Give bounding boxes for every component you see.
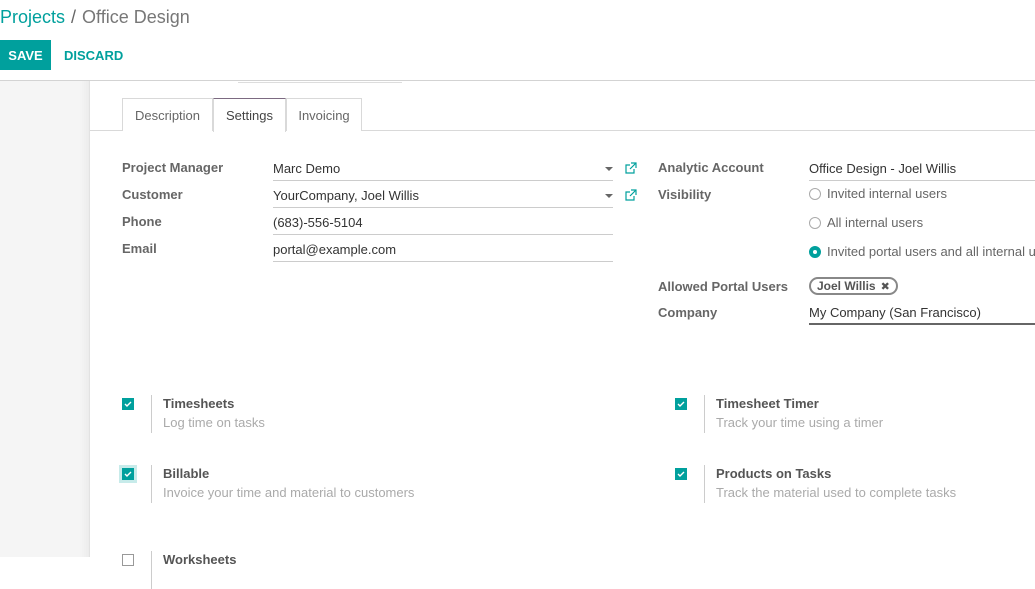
control-panel: Projects / Office Design SAVE DISCARD [0, 0, 1035, 81]
check-icon [677, 471, 685, 477]
analytic-account-label: Analytic Account [658, 160, 764, 175]
setting-title: Worksheets [163, 552, 237, 567]
check-icon [124, 471, 132, 477]
discard-button[interactable]: DISCARD [64, 40, 123, 70]
setting-title: Timesheet Timer [716, 396, 819, 411]
setting-title: Billable [163, 466, 210, 481]
setting-description: Track the material used to complete task… [716, 485, 957, 500]
products-on-tasks-checkbox[interactable] [675, 468, 687, 480]
tag-label: Joel Willis [817, 279, 876, 293]
project-manager-label: Project Manager [122, 160, 224, 175]
setting-title: Products on Tasks [716, 466, 832, 481]
divider [151, 465, 152, 503]
phone-label: Phone [122, 214, 162, 229]
phone-field[interactable]: (683)-556-5104 [273, 213, 613, 235]
external-link-icon[interactable] [624, 189, 637, 202]
timesheets-checkbox[interactable] [122, 398, 134, 410]
notebook-tabs: Description Settings Invoicing [90, 98, 1035, 132]
left-gutter [0, 81, 89, 557]
company-label: Company [658, 305, 718, 320]
remove-tag-icon[interactable]: ✖ [881, 280, 890, 293]
visibility-option-all-internal[interactable]: All internal users [809, 215, 923, 230]
breadcrumb: Projects / Office Design [0, 7, 190, 28]
radio-selected-icon [809, 245, 821, 258]
email-label: Email [122, 241, 157, 256]
check-icon [677, 401, 685, 407]
project-manager-field[interactable]: Marc Demo [273, 159, 613, 181]
setting-title: Timesheets [163, 396, 235, 411]
visibility-option-invited-internal[interactable]: Invited internal users [809, 186, 947, 201]
breadcrumb-projects-link[interactable]: Projects [0, 7, 65, 27]
setting-description: Track your time using a timer [716, 415, 884, 430]
radio-label: Invited internal users [827, 186, 947, 201]
timesheet-timer-checkbox[interactable] [675, 398, 687, 410]
company-field[interactable]: My Company (San Francisco) [809, 303, 1035, 325]
worksheets-checkbox[interactable] [122, 554, 134, 566]
customer-value: YourCompany, Joel Willis [273, 188, 419, 203]
company-value: My Company (San Francisco) [809, 305, 981, 320]
divider [704, 465, 705, 503]
analytic-account-field[interactable]: Office Design - Joel Willis [809, 159, 1035, 181]
save-button[interactable]: SAVE [0, 40, 51, 70]
check-icon [124, 401, 132, 407]
radio-icon [809, 187, 821, 200]
external-link-icon[interactable] [624, 162, 637, 175]
visibility-label: Visibility [658, 187, 712, 202]
email-field[interactable]: portal@example.com [273, 240, 613, 262]
phone-value: (683)-556-5104 [273, 215, 363, 230]
radio-icon [809, 216, 821, 229]
tab-settings[interactable]: Settings [213, 98, 286, 132]
divider [704, 395, 705, 433]
tab-description[interactable]: Description [122, 98, 213, 131]
billable-checkbox[interactable] [122, 468, 134, 480]
customer-label: Customer [122, 187, 183, 202]
customer-field[interactable]: YourCompany, Joel Willis [273, 186, 613, 208]
allowed-portal-users-label: Allowed Portal Users [658, 279, 789, 294]
visibility-option-portal-and-internal[interactable]: Invited portal users and all internal us… [809, 244, 1035, 259]
analytic-account-value: Office Design - Joel Willis [809, 161, 957, 176]
tab-invoicing[interactable]: Invoicing [286, 98, 362, 131]
breadcrumb-separator: / [71, 7, 77, 27]
chevron-down-icon[interactable] [605, 194, 613, 198]
project-manager-value: Marc Demo [273, 161, 341, 176]
breadcrumb-current: Office Design [82, 7, 190, 27]
title-field-underline [238, 81, 402, 83]
radio-label: Invited portal users and all internal us… [827, 244, 1035, 259]
setting-description: Log time on tasks [163, 415, 265, 430]
radio-label: All internal users [827, 215, 924, 230]
form-sheet: Description Settings Invoicing Project M… [89, 81, 1035, 589]
chevron-down-icon[interactable] [605, 167, 613, 171]
setting-description: Invoice your time and material to custom… [163, 485, 415, 500]
divider [151, 395, 152, 433]
portal-user-tag: Joel Willis ✖ [809, 277, 898, 295]
email-value: portal@example.com [273, 242, 397, 257]
